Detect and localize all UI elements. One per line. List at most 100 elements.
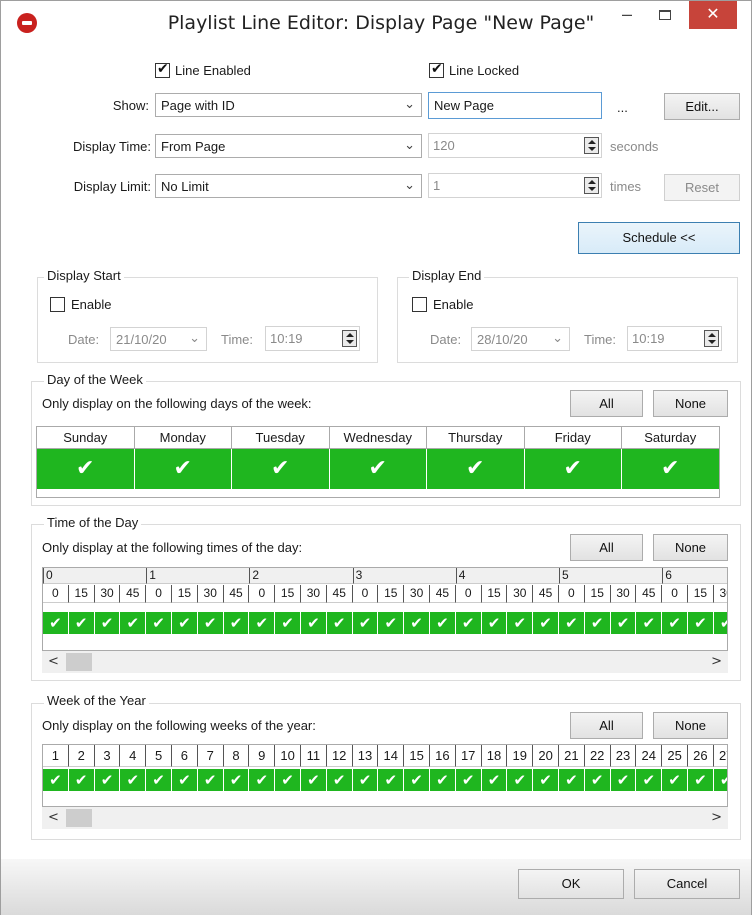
browse-ellipsis[interactable]: ... — [617, 100, 628, 115]
week-cell[interactable]: ✔ — [172, 769, 198, 791]
display-start-enable-checkbox[interactable] — [50, 297, 65, 312]
display-end-enable-checkbox[interactable] — [412, 297, 427, 312]
week-cell[interactable]: ✔ — [146, 769, 172, 791]
display-start-date-picker[interactable]: 21/10/20 ⌄ — [110, 327, 207, 351]
time-slot-cell[interactable]: ✔ — [223, 612, 250, 634]
scroll-left-icon[interactable]: < — [48, 810, 59, 825]
scroll-thumb[interactable] — [66, 809, 92, 827]
time-slot-cell[interactable]: ✔ — [94, 612, 121, 634]
time-slot-cell[interactable]: ✔ — [197, 612, 224, 634]
title-bar[interactable]: Playlist Line Editor: Display Page "New … — [1, 1, 751, 45]
time-slot-cell[interactable]: ✔ — [713, 612, 727, 634]
cancel-button[interactable]: Cancel — [634, 869, 740, 899]
week-cell[interactable]: ✔ — [223, 769, 250, 791]
spinner-arrows-icon[interactable] — [584, 177, 599, 194]
week-cell[interactable]: ✔ — [404, 769, 430, 791]
time-slot-cell[interactable]: ✔ — [68, 612, 95, 634]
week-cell[interactable]: ✔ — [430, 769, 456, 791]
week-cell[interactable]: ✔ — [120, 769, 147, 791]
week-cell[interactable]: ✔ — [301, 769, 327, 791]
minimize-button[interactable]: – — [613, 1, 641, 31]
week-cell[interactable]: ✔ — [197, 769, 224, 791]
reset-button[interactable]: Reset — [664, 174, 740, 201]
time-slot-cell[interactable]: ✔ — [430, 612, 456, 634]
spinner-arrows-icon[interactable] — [584, 137, 599, 154]
scroll-right-icon[interactable]: > — [711, 654, 722, 669]
time-slot-cell[interactable]: ✔ — [533, 612, 559, 634]
time-slot-cell[interactable]: ✔ — [352, 612, 379, 634]
time-slot-cell[interactable]: ✔ — [275, 612, 301, 634]
time-slot-cell[interactable]: ✔ — [249, 612, 276, 634]
day-cell-saturday[interactable]: ✔ — [622, 449, 719, 489]
week-of-year-scrollbar[interactable]: < > — [42, 807, 728, 829]
time-slot-cell[interactable]: ✔ — [559, 612, 585, 634]
maximize-button[interactable] — [651, 1, 679, 31]
scroll-thumb[interactable] — [66, 653, 92, 671]
scroll-right-icon[interactable]: > — [711, 810, 722, 825]
time-slot-cell[interactable]: ✔ — [301, 612, 327, 634]
week-cell[interactable]: ✔ — [636, 769, 663, 791]
week-cell[interactable]: ✔ — [507, 769, 534, 791]
line-locked-checkbox[interactable] — [429, 61, 444, 78]
time-of-day-all-button[interactable]: All — [570, 534, 643, 561]
time-slot-cell[interactable]: ✔ — [146, 612, 172, 634]
line-enabled-checkbox[interactable] — [155, 61, 170, 78]
week-cell[interactable]: ✔ — [326, 769, 353, 791]
day-of-week-all-button[interactable]: All — [570, 390, 643, 417]
display-end-date-picker[interactable]: 28/10/20 ⌄ — [471, 327, 570, 351]
week-cell[interactable]: ✔ — [533, 769, 559, 791]
show-select[interactable]: Page with ID ⌄ — [155, 93, 422, 117]
week-cell[interactable]: ✔ — [68, 769, 95, 791]
week-cell[interactable]: ✔ — [559, 769, 585, 791]
time-of-day-scrollbar[interactable]: < > — [42, 651, 728, 673]
day-cell-tuesday[interactable]: ✔ — [232, 449, 330, 489]
day-cell-thursday[interactable]: ✔ — [427, 449, 525, 489]
page-name-input[interactable]: New Page — [428, 92, 602, 119]
display-limit-spinner[interactable]: 1 — [428, 173, 602, 198]
time-slot-cell[interactable]: ✔ — [688, 612, 714, 634]
display-limit-select[interactable]: No Limit ⌄ — [155, 174, 422, 198]
week-cell[interactable]: ✔ — [352, 769, 379, 791]
display-end-time-spinner[interactable]: 10:19 — [627, 326, 722, 351]
week-cell[interactable]: ✔ — [249, 769, 276, 791]
time-slot-cell[interactable]: ✔ — [455, 612, 482, 634]
day-of-week-none-button[interactable]: None — [653, 390, 728, 417]
week-cell[interactable]: ✔ — [662, 769, 688, 791]
time-slot-cell[interactable]: ✔ — [43, 612, 69, 634]
week-cell[interactable]: ✔ — [584, 769, 611, 791]
time-of-day-none-button[interactable]: None — [653, 534, 728, 561]
time-slot-cell[interactable]: ✔ — [662, 612, 688, 634]
week-cell[interactable]: ✔ — [275, 769, 301, 791]
scroll-left-icon[interactable]: < — [48, 654, 59, 669]
time-slot-cell[interactable]: ✔ — [507, 612, 534, 634]
time-slot-cell[interactable]: ✔ — [326, 612, 353, 634]
week-cell[interactable]: ✔ — [688, 769, 714, 791]
time-slot-cell[interactable]: ✔ — [584, 612, 611, 634]
week-cell[interactable]: ✔ — [481, 769, 508, 791]
ok-button[interactable]: OK — [518, 869, 624, 899]
schedule-toggle-button[interactable]: Schedule << — [578, 222, 740, 254]
week-cell[interactable]: ✔ — [455, 769, 482, 791]
time-slot-cell[interactable]: ✔ — [172, 612, 198, 634]
close-button[interactable]: ✕ — [689, 1, 737, 29]
week-cell[interactable]: ✔ — [94, 769, 121, 791]
time-slot-cell[interactable]: ✔ — [404, 612, 430, 634]
display-start-time-spinner[interactable]: 10:19 — [265, 326, 360, 351]
time-slot-cell[interactable]: ✔ — [610, 612, 637, 634]
edit-button[interactable]: Edit... — [664, 93, 740, 120]
spinner-arrows-icon[interactable] — [704, 330, 719, 347]
time-slot-cell[interactable]: ✔ — [120, 612, 147, 634]
time-slot-cell[interactable]: ✔ — [636, 612, 663, 634]
week-of-year-none-button[interactable]: None — [653, 712, 728, 739]
display-time-select[interactable]: From Page ⌄ — [155, 134, 422, 158]
display-time-spinner[interactable]: 120 — [428, 133, 602, 158]
week-cell[interactable]: ✔ — [378, 769, 405, 791]
week-of-year-all-button[interactable]: All — [570, 712, 643, 739]
day-cell-friday[interactable]: ✔ — [524, 449, 622, 489]
time-slot-cell[interactable]: ✔ — [481, 612, 508, 634]
time-slot-cell[interactable]: ✔ — [378, 612, 405, 634]
day-cell-sunday[interactable]: ✔ — [37, 449, 135, 489]
week-cell[interactable]: ✔ — [610, 769, 637, 791]
week-cell[interactable]: ✔ — [43, 769, 69, 791]
day-cell-wednesday[interactable]: ✔ — [329, 449, 427, 489]
